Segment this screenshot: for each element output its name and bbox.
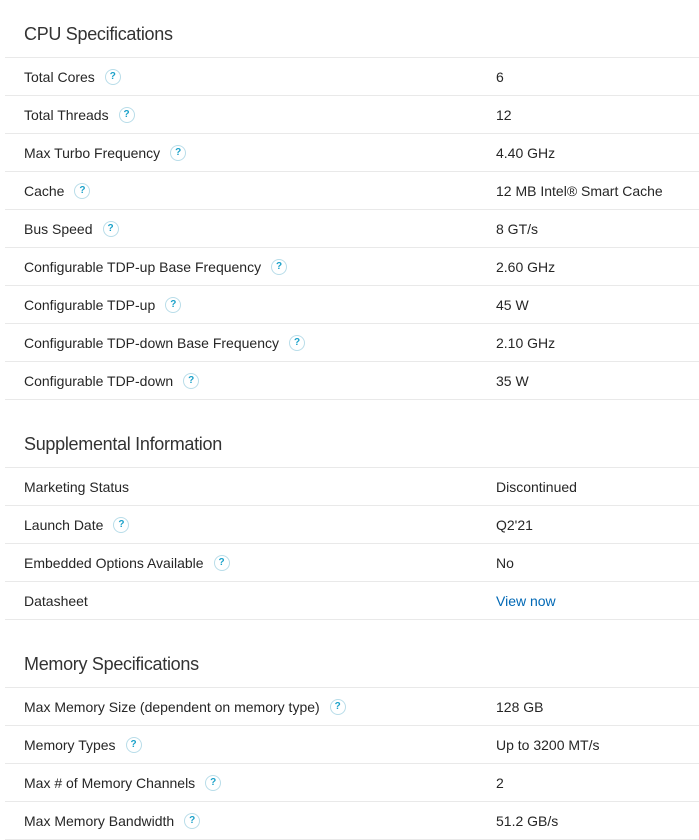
spec-label-container: Embedded Options Available? [24,554,230,571]
spec-label-container: Total Threads? [24,106,135,123]
spec-rows: Max Memory Size (dependent on memory typ… [5,687,699,840]
spec-label: Max Memory Size (dependent on memory typ… [24,698,320,715]
spec-row: Total Threads? 12 [5,95,699,133]
spec-label-container: Bus Speed? [24,220,119,237]
spec-row: Configurable TDP-down Base Frequency? 2.1… [5,323,699,361]
spec-value: 4.40 GHz [496,144,556,161]
spec-value: 12 MB Intel® Smart Cache [496,182,663,199]
spec-label: Total Threads [24,106,109,123]
help-icon[interactable]: ? [102,220,119,237]
spec-label-container: Configurable TDP-up Base Frequency? [24,258,288,275]
spec-label-container: Marketing Status [24,479,129,495]
spec-row: Launch Date? Q2'21 [5,505,699,543]
help-icon[interactable]: ? [205,774,222,791]
spec-row: Max Memory Bandwidth? 51.2 GB/s [5,801,699,840]
spec-row: Max # of Memory Channels? 2 [5,763,699,801]
spec-label: Total Cores [24,68,95,85]
spec-label: Max Memory Bandwidth [24,812,175,829]
spec-section-memory-specifications: Memory Specifications Max Memory Size (de… [0,652,699,840]
spec-row: Cache? 12 MB Intel® Smart Cache [5,171,699,209]
help-icon[interactable]: ? [184,812,201,829]
help-icon[interactable]: ? [118,106,135,123]
spec-label-container: Max # of Memory Channels? [24,774,222,791]
spec-rows: Marketing Status Discontinued Launch Date?… [5,467,699,620]
spec-rows: Total Cores? 6 Total Threads? 12 Max Turbo F… [5,57,699,400]
spec-value: 51.2 GB/s [496,812,559,829]
help-icon[interactable]: ? [329,698,346,715]
spec-label-container: Configurable TDP-down Base Frequency? [24,334,305,351]
spec-value: Up to 3200 MT/s [496,736,600,753]
help-icon[interactable]: ? [74,182,91,199]
spec-label-container: Datasheet [24,593,88,609]
spec-row: Bus Speed? 8 GT/s [5,209,699,247]
spec-label: Max Turbo Frequency [24,144,161,161]
spec-label: Memory Types [24,736,116,753]
help-icon[interactable]: ? [113,516,130,533]
help-icon[interactable]: ? [183,372,200,389]
spec-row: Datasheet View now [5,581,699,620]
spec-label-container: Max Memory Bandwidth? [24,812,201,829]
spec-row: Total Cores? 6 [5,57,699,95]
spec-label-container: Max Memory Size (dependent on memory typ… [24,698,346,715]
spec-value: 2 [496,774,504,791]
spec-label: Configurable TDP-down Base Frequency [24,334,279,351]
spec-row: Configurable TDP-down? 35 W [5,361,699,400]
spec-label-container: Memory Types? [24,736,142,753]
spec-label-container: Configurable TDP-up? [24,296,182,313]
spec-label-container: Max Turbo Frequency? [24,144,187,161]
spec-value: 8 GT/s [496,220,539,237]
section-title: CPU Specifications [24,24,173,44]
help-icon[interactable]: ? [125,736,142,753]
spec-label: Cache [24,182,65,199]
help-icon[interactable]: ? [104,68,121,85]
spec-row: Embedded Options Available? No [5,543,699,581]
spec-row: Configurable TDP-up Base Frequency? 2.60 … [5,247,699,285]
section-title: Supplemental Information [24,434,222,454]
spec-label: Launch Date [24,516,104,533]
section-title: Memory Specifications [24,654,199,674]
spec-row: Max Memory Size (dependent on memory typ… [5,687,699,725]
spec-label: Datasheet [24,592,88,609]
spec-value: Q2'21 [496,516,533,533]
spec-label-container: Launch Date? [24,516,130,533]
spec-value: 2.60 GHz [496,258,556,275]
spec-label: Bus Speed [24,220,93,237]
spec-section-supplemental-information: Supplemental Information Marketing Status… [0,432,699,620]
spec-label: Configurable TDP-up [24,296,156,313]
spec-row: Memory Types? Up to 3200 MT/s [5,725,699,763]
help-icon[interactable]: ? [170,144,187,161]
spec-label: Configurable TDP-down [24,372,174,389]
help-icon[interactable]: ? [165,296,182,313]
spec-value: 45 W [496,296,529,313]
help-icon[interactable]: ? [271,258,288,275]
spec-value: No [496,554,514,571]
spec-label: Marketing Status [24,478,130,495]
spec-label: Configurable TDP-up Base Frequency [24,258,262,275]
spec-value: 35 W [496,372,529,389]
spec-label: Embedded Options Available [24,554,204,571]
spec-section-cpu-specifications: CPU Specifications Total Cores? 6 Total Thr… [0,22,699,400]
spec-label-container: Configurable TDP-down? [24,372,200,389]
spec-value: 128 GB [496,698,544,715]
spec-value: 12 [496,106,512,123]
spec-row: Marketing Status Discontinued [5,467,699,505]
help-icon[interactable]: ? [289,334,305,351]
spec-label-container: Cache? [24,182,91,199]
spec-row: Max Turbo Frequency? 4.40 GHz [5,133,699,171]
spec-label-container: Total Cores? [24,68,121,85]
datasheet-link[interactable]: View now [496,593,556,609]
spec-label: Max # of Memory Channels [24,774,196,791]
help-icon[interactable]: ? [213,554,230,571]
spec-value: 2.10 GHz [496,334,556,351]
spec-row: Configurable TDP-up? 45 W [5,285,699,323]
spec-value: 6 [496,68,504,85]
spec-value: Discontinued [496,478,577,495]
